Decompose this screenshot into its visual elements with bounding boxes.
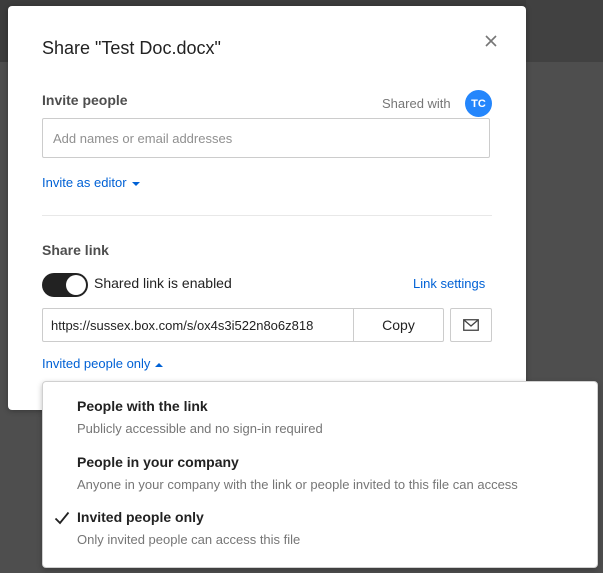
share-url-field[interactable]: [42, 308, 354, 342]
toggle-knob: [66, 275, 86, 295]
access-option-people-with-link[interactable]: People with the link Publicly accessible…: [43, 382, 597, 438]
option-title: People in your company: [77, 454, 239, 470]
option-description: Only invited people can access this file: [77, 532, 301, 547]
access-option-people-in-company[interactable]: People in your company Anyone in your co…: [43, 438, 597, 494]
modal-title: Share "Test Doc.docx": [42, 38, 221, 58]
chevron-up-icon: [155, 362, 164, 367]
access-level-dropdown[interactable]: Invited people only: [42, 356, 164, 371]
invite-role-dropdown[interactable]: Invite as editor: [42, 175, 140, 190]
email-link-button[interactable]: [450, 308, 492, 342]
share-modal: Share "Test Doc.docx" Invite people Shar…: [8, 6, 526, 410]
access-level-menu: People with the link Publicly accessible…: [42, 381, 598, 568]
checkmark-icon: [54, 511, 70, 525]
section-divider: [42, 215, 492, 216]
invite-people-label: Invite people: [42, 92, 128, 108]
shared-link-toggle[interactable]: [42, 273, 88, 297]
invite-role-label: Invite as editor: [42, 175, 127, 190]
shared-link-toggle-label: Shared link is enabled: [94, 275, 232, 291]
link-settings-link[interactable]: Link settings: [413, 276, 485, 291]
copy-button[interactable]: Copy: [353, 308, 444, 342]
background-header-segment: [526, 0, 603, 62]
avatar[interactable]: TC: [465, 90, 492, 117]
shared-with-label: Shared with: [382, 96, 451, 111]
option-title: People with the link: [77, 398, 208, 414]
envelope-icon: [463, 319, 479, 331]
access-option-invited-only[interactable]: Invited people only Only invited people …: [43, 493, 597, 549]
share-link-label: Share link: [42, 242, 109, 258]
option-description: Anyone in your company with the link or …: [77, 477, 518, 492]
option-title: Invited people only: [77, 509, 204, 525]
access-level-label: Invited people only: [42, 356, 151, 371]
option-description: Publicly accessible and no sign-in requi…: [77, 421, 323, 436]
close-icon[interactable]: [482, 32, 500, 50]
invite-input[interactable]: [42, 118, 490, 158]
chevron-down-icon: [131, 181, 140, 186]
